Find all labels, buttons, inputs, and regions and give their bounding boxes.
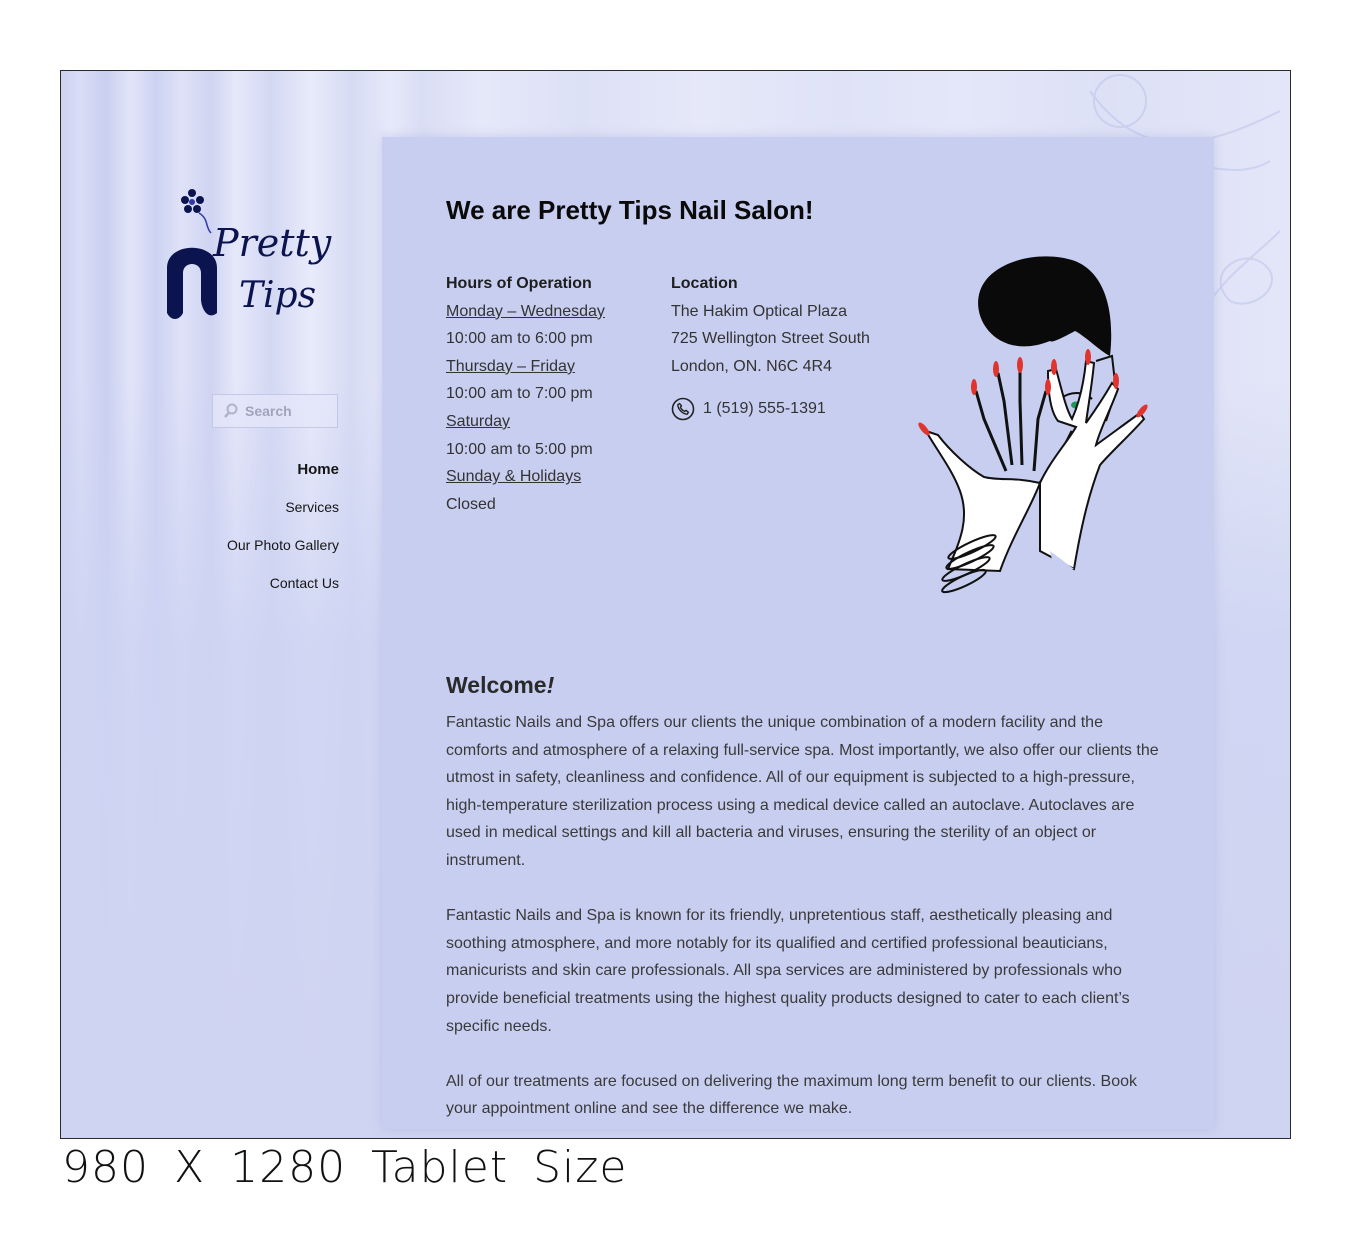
- page-title: We are Pretty Tips Nail Salon!: [446, 195, 814, 225]
- logo-text-tips: Tips: [239, 275, 317, 316]
- nav-services[interactable]: Services: [227, 499, 339, 516]
- phone-icon: [671, 397, 695, 421]
- welcome-paragraph: All of our treatments are focused on del…: [446, 1072, 1138, 1118]
- address-line: London, ON. N6C 4R4: [671, 357, 832, 375]
- sidebar: Pretty Tips Home Services Our Photo Gall…: [61, 71, 361, 1138]
- hours-time: 10:00 am to 7:00 pm: [446, 385, 593, 403]
- phone-number: 1 (519) 555-1391: [703, 400, 826, 418]
- address-line: 725 Wellington Street South: [671, 330, 870, 348]
- content-panel: We are Pretty Tips Nail Salon! Hours of …: [382, 137, 1214, 1129]
- phone-link[interactable]: 1 (519) 555-1391: [671, 395, 870, 423]
- welcome-body: Fantastic Nails and Spa offers our clien…: [446, 709, 1166, 1138]
- search-input[interactable]: [245, 403, 331, 419]
- manicure-illustration: [918, 256, 1148, 594]
- hours-day: Saturday: [446, 412, 511, 430]
- welcome-heading-text: Welcome: [446, 672, 547, 698]
- hours-day: Thursday – Friday: [446, 357, 575, 375]
- hours-day: Monday – Wednesday: [446, 302, 605, 320]
- hours-time: 10:00 am to 5:00 pm: [446, 440, 593, 458]
- hours-of-operation: Hours of Operation Monday – Wednesday 10…: [446, 270, 605, 518]
- nav-photo-gallery[interactable]: Our Photo Gallery: [227, 537, 339, 554]
- location-block: Location The Hakim Optical Plaza 725 Wel…: [671, 270, 870, 423]
- site-logo[interactable]: Pretty Tips: [161, 183, 331, 343]
- hours-time: 10:00 am to 6:00 pm: [446, 330, 593, 348]
- welcome-paragraph: Fantastic Nails and Spa offers our clien…: [446, 714, 1159, 869]
- logo-text-pretty: Pretty: [213, 221, 332, 265]
- size-caption: 980 X 1280 Tablet Size: [62, 1142, 628, 1193]
- address-line: The Hakim Optical Plaza: [671, 302, 848, 320]
- welcome-heading: Welcome!: [446, 672, 554, 699]
- search-field[interactable]: [212, 394, 338, 428]
- page-frame: Pretty Tips Home Services Our Photo Gall…: [60, 70, 1291, 1139]
- search-icon: [224, 403, 238, 418]
- nav-home[interactable]: Home: [227, 461, 339, 478]
- hours-time: Closed: [446, 495, 496, 513]
- nav-contact-us[interactable]: Contact Us: [227, 575, 339, 592]
- welcome-heading-mark: !: [546, 672, 555, 698]
- hours-title: Hours of Operation: [446, 275, 592, 292]
- location-title: Location: [671, 275, 738, 292]
- welcome-paragraph: Fantastic Nails and Spa is known for its…: [446, 907, 1130, 1035]
- main-nav: Home Services Our Photo Gallery Contact …: [227, 461, 339, 613]
- hours-day: Sunday & Holidays: [446, 468, 582, 486]
